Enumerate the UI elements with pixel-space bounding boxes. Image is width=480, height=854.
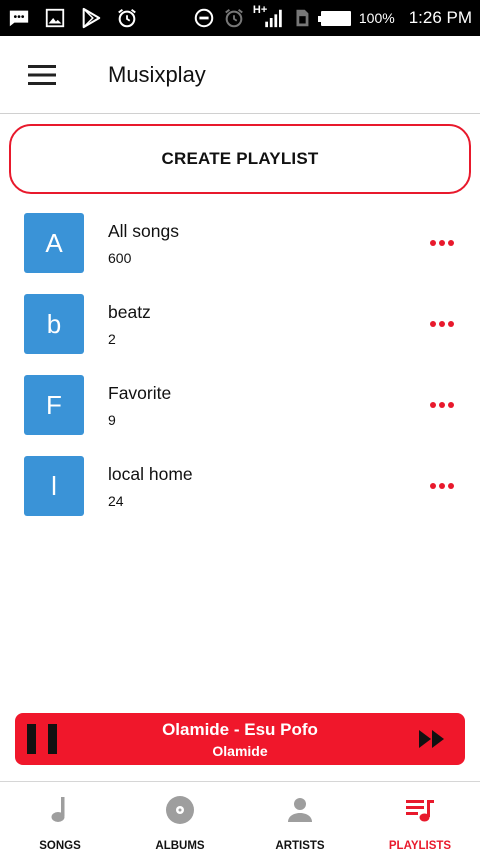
playlist-avatar: b <box>24 294 84 354</box>
signal-icon: H+ <box>252 4 283 29</box>
fast-forward-icon[interactable] <box>417 727 447 751</box>
playlist-item[interactable]: l local home 24 <box>0 456 480 537</box>
status-bar: H+ 100% 1:26 PM <box>0 0 480 36</box>
image-icon <box>44 7 66 29</box>
album-disc-icon <box>164 794 196 826</box>
music-note-icon <box>44 794 76 826</box>
playlist-avatar: A <box>24 213 84 273</box>
playlist-icon <box>404 794 436 826</box>
app-title: Musixplay <box>108 61 206 87</box>
tab-albums[interactable]: ALBUMS <box>120 782 240 854</box>
playlist-song-count: 9 <box>108 412 116 428</box>
notification-icons <box>8 7 138 29</box>
person-icon <box>284 794 316 826</box>
tab-songs[interactable]: SONGS <box>0 782 120 854</box>
tab-artists[interactable]: ARTISTS <box>240 782 360 854</box>
bottom-navigation: SONGS ALBUMS ARTISTS PLAYLISTS <box>0 781 480 854</box>
playlist-item[interactable]: A All songs 600 <box>0 213 480 294</box>
now-playing-title: Olamide - Esu Pofo <box>162 720 318 739</box>
battery-icon <box>317 10 351 26</box>
more-options-icon[interactable] <box>424 312 460 336</box>
chat-icon <box>8 7 30 29</box>
tab-label: ARTISTS <box>275 840 325 852</box>
playlist-song-count: 2 <box>108 331 116 347</box>
tab-label: ALBUMS <box>155 840 205 852</box>
playlist-name: Favorite <box>108 383 172 403</box>
more-options-icon[interactable] <box>424 393 460 417</box>
hamburger-menu-icon <box>28 64 56 85</box>
app-bar: Musixplay <box>0 36 480 114</box>
sim-icon <box>291 7 313 29</box>
playlist-item[interactable]: b beatz 2 <box>0 294 480 375</box>
playlist-song-count: 600 <box>108 250 132 266</box>
tab-label: PLAYLISTS <box>388 840 452 852</box>
more-options-icon[interactable] <box>424 474 460 498</box>
create-playlist-button[interactable]: CREATE PLAYLIST <box>9 124 471 194</box>
alarm-icon <box>116 7 138 29</box>
more-options-icon[interactable] <box>424 231 460 255</box>
dnd-icon <box>193 7 215 29</box>
menu-button[interactable] <box>0 36 84 114</box>
playlist-name: All songs <box>108 221 180 241</box>
tab-playlists[interactable]: PLAYLISTS <box>360 782 480 854</box>
tab-label: SONGS <box>39 840 81 852</box>
now-playing-bar[interactable]: Olamide - Esu Pofo Olamide <box>15 713 465 765</box>
battery-percent: 100% <box>358 10 395 26</box>
playlist-item[interactable]: F Favorite 9 <box>0 375 480 456</box>
network-type-label: H+ <box>252 4 268 16</box>
system-indicators: H+ 100% 1:26 PM <box>193 4 472 29</box>
alarm-icon <box>223 7 245 29</box>
now-playing-artist: Olamide <box>212 743 268 759</box>
playlist-avatar: F <box>24 375 84 435</box>
clock: 1:26 PM <box>408 8 472 27</box>
playlist-name: beatz <box>108 302 151 322</box>
playlist-avatar: l <box>24 456 84 516</box>
playlist-name: local home <box>108 464 193 484</box>
play-store-icon <box>80 7 102 29</box>
playlist-song-count: 24 <box>108 493 124 509</box>
